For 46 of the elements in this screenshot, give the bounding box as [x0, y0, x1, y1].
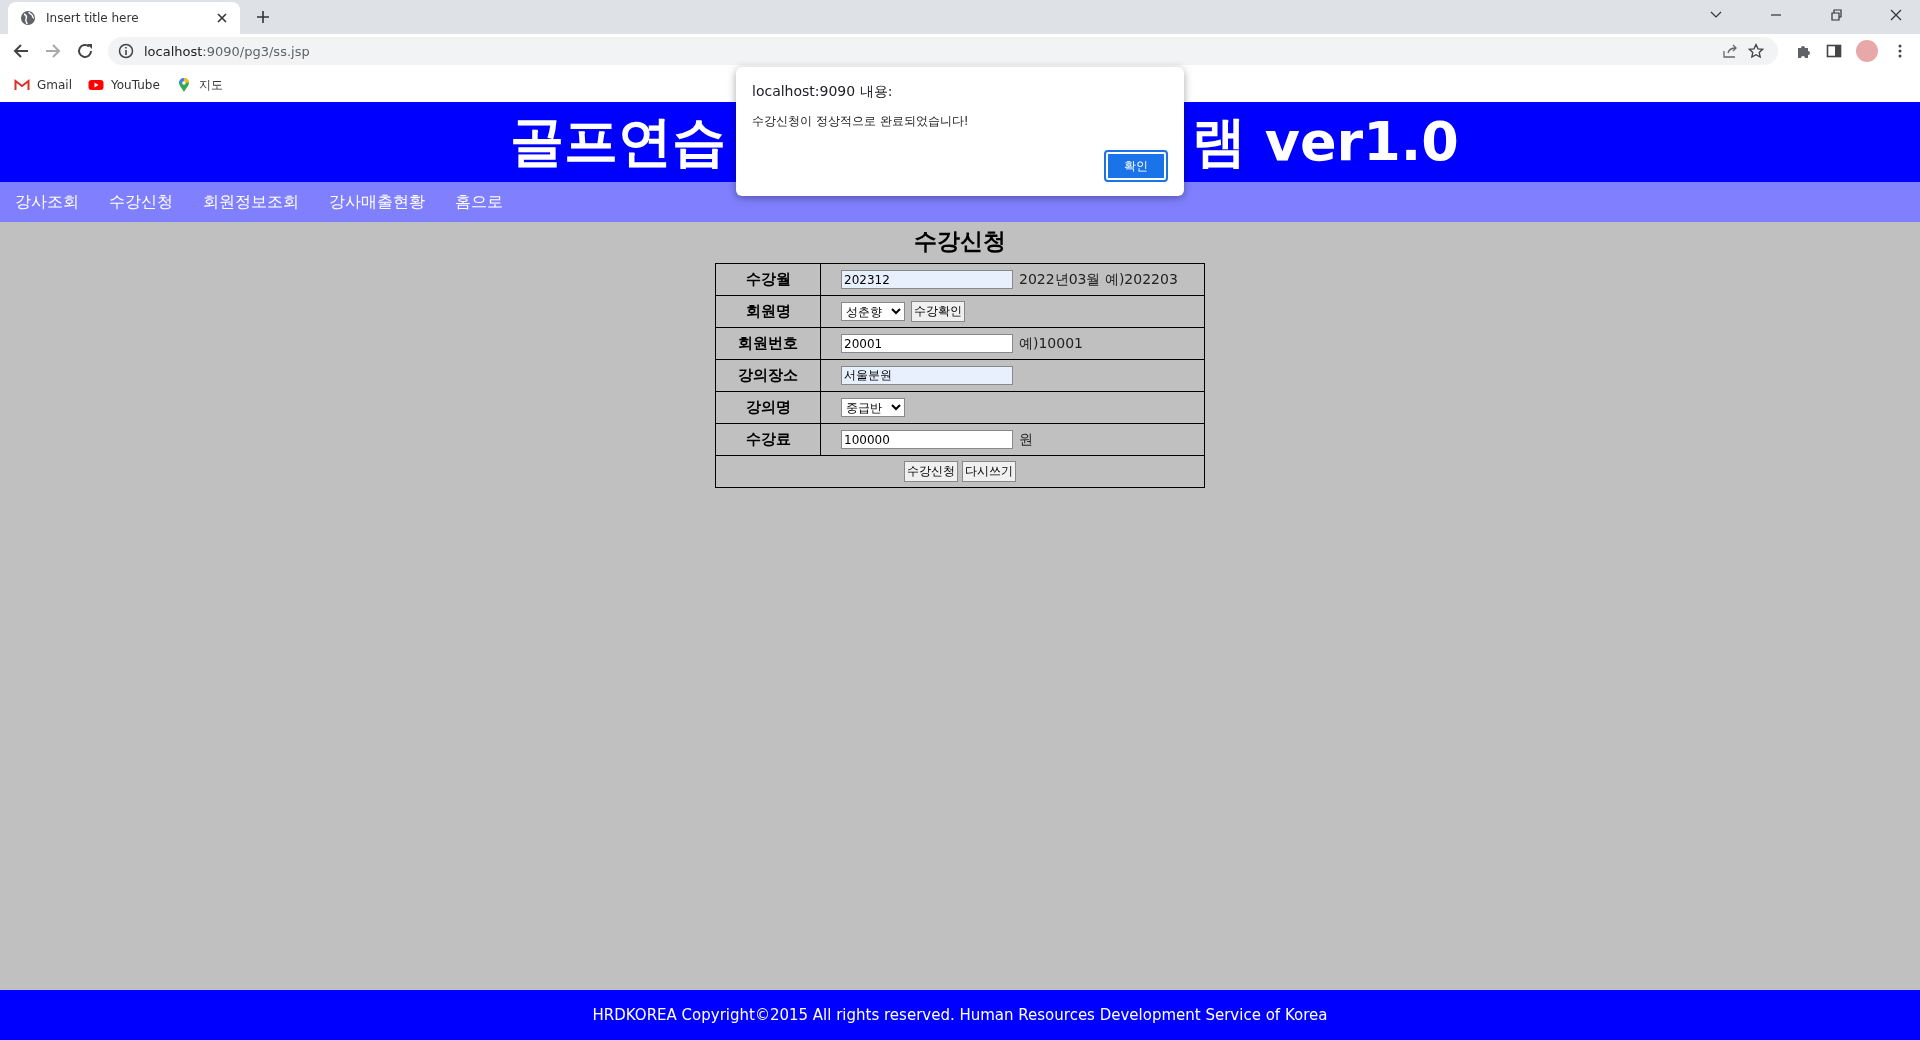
field-label: 강의장소	[715, 359, 821, 392]
hint-text: 2022년03월 예)202203	[1019, 270, 1178, 289]
browser-tab[interactable]: Insert title here	[8, 2, 240, 34]
page-title: 골프연습	[510, 108, 726, 175]
address-bar[interactable]: localhost:9090/pg3/ss.jsp	[108, 37, 1778, 65]
back-icon[interactable]	[12, 42, 30, 60]
side-panel-icon[interactable]	[1826, 43, 1842, 59]
plus-icon[interactable]	[256, 10, 270, 24]
field-label: 강의명	[715, 391, 821, 424]
bookmark[interactable]: 지도	[175, 76, 223, 94]
close-icon[interactable]	[216, 12, 228, 24]
hint-text: 원	[1019, 430, 1033, 449]
info-icon	[118, 43, 134, 59]
check-button[interactable]: 수강확인	[911, 301, 965, 322]
footer: HRDKOREA Copyright©2015 All rights reserved. Human Resources Development Service of Korea	[0, 990, 1920, 1040]
field-label: 수강료	[715, 423, 821, 456]
form-button[interactable]: 다시쓰기	[962, 461, 1016, 482]
form-button[interactable]: 수강신청	[904, 461, 958, 482]
page-title: 램 ver1.0	[1192, 108, 1459, 175]
input-field[interactable]: 202312	[841, 270, 1013, 289]
bookmark[interactable]: Gmail	[14, 77, 72, 93]
field-label: 수강월	[715, 263, 821, 296]
play-icon	[88, 77, 104, 93]
dropdown[interactable]: 성춘향	[841, 302, 905, 321]
dialog-title: localhost:9090 내용:	[752, 83, 894, 101]
share-icon[interactable]	[1722, 43, 1738, 59]
globe-icon	[20, 10, 36, 26]
input-field[interactable]: 100000	[841, 430, 1013, 449]
dialog-message: 수강신청이 정상적으로 완료되었습니다!	[752, 113, 970, 130]
restore-icon[interactable]	[1829, 8, 1843, 22]
hint-text: 예)10001	[1019, 334, 1083, 353]
input-field[interactable]: 서울분원	[841, 366, 1013, 385]
ok-button[interactable]: 확인	[1104, 150, 1168, 182]
reload-icon[interactable]	[76, 42, 94, 60]
tab-title: Insert title here	[46, 11, 140, 25]
mail-icon	[14, 77, 30, 93]
dropdown[interactable]: 중급반	[841, 398, 905, 417]
star-icon[interactable]	[1748, 43, 1764, 59]
field-label: 회원번호	[715, 327, 821, 360]
field-label: 회원명	[715, 295, 821, 328]
puzzle-icon[interactable]	[1796, 43, 1812, 59]
url-text: localhost:9090/pg3/ss.jsp	[144, 43, 310, 59]
form-title: 수강신청	[914, 227, 1006, 256]
close-icon[interactable]	[1889, 8, 1903, 22]
bookmark[interactable]: YouTube	[88, 77, 160, 93]
input-field[interactable]: 20001	[841, 334, 1013, 353]
